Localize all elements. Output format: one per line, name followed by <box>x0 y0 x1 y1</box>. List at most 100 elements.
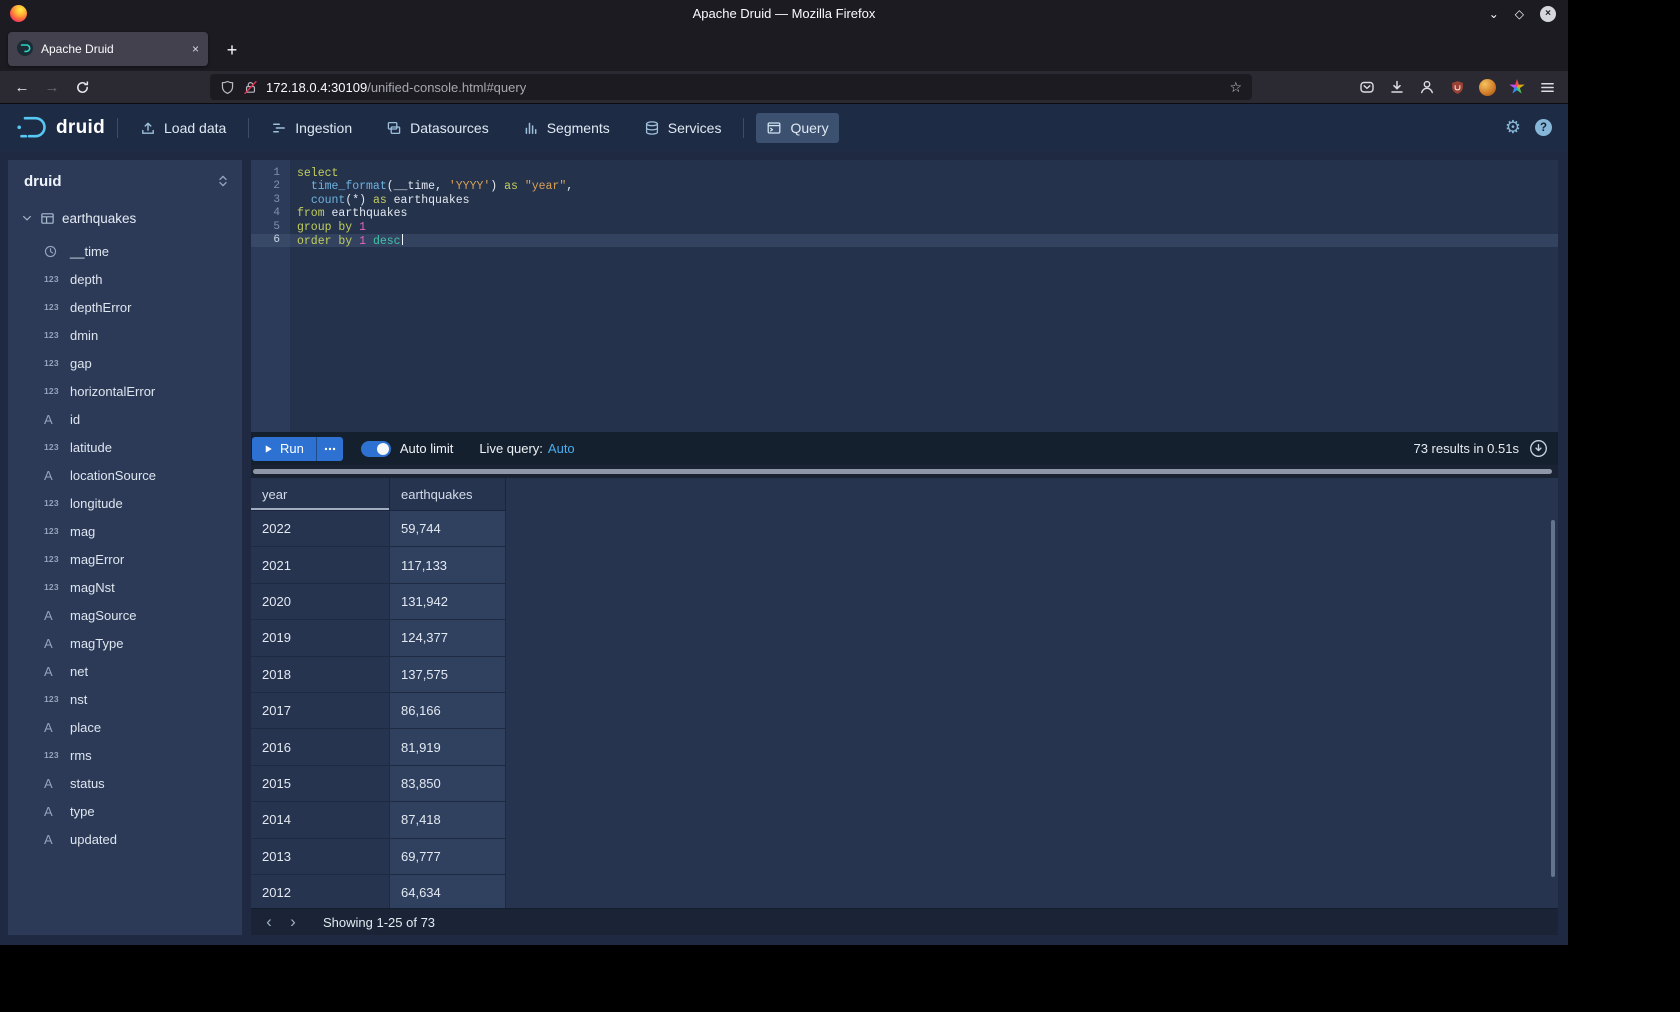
profile-avatar-icon[interactable] <box>1478 78 1496 96</box>
column-header-earthquakes[interactable]: earthquakes <box>390 478 506 511</box>
window-close-button[interactable]: × <box>1540 6 1556 22</box>
schema-column-updated[interactable]: Aupdated <box>8 825 242 853</box>
schema-column-longitude[interactable]: 123longitude <box>8 489 242 517</box>
result-cell[interactable]: 137,575 <box>390 657 506 693</box>
schema-column-magType[interactable]: AmagType <box>8 629 242 657</box>
downloads-icon[interactable] <box>1388 78 1406 96</box>
schema-column-depthError[interactable]: 123depthError <box>8 293 242 321</box>
menu-icon[interactable] <box>1538 78 1556 96</box>
account-icon[interactable] <box>1418 78 1436 96</box>
vertical-scrollbar[interactable] <box>1551 516 1555 900</box>
new-tab-button[interactable]: + <box>216 34 248 66</box>
schema-column-depth[interactable]: 123depth <box>8 265 242 293</box>
settings-gear-icon[interactable]: ⚙ <box>1505 117 1521 138</box>
schema-column-mag[interactable]: 123mag <box>8 517 242 545</box>
schema-column-horizontalError[interactable]: 123horizontalError <box>8 377 242 405</box>
schema-column-place[interactable]: Aplace <box>8 713 242 741</box>
result-cell[interactable]: 124,377 <box>390 620 506 656</box>
schema-column-locationSource[interactable]: AlocationSource <box>8 461 242 489</box>
nav-load-data[interactable]: Load data <box>130 113 236 143</box>
download-results-icon[interactable] <box>1529 439 1548 458</box>
tab-apache-druid[interactable]: Apache Druid × <box>8 32 208 66</box>
result-row: 201786,166 <box>251 693 1558 729</box>
schema-column-latitude[interactable]: 123latitude <box>8 433 242 461</box>
run-more-button[interactable] <box>316 437 343 461</box>
schema-column-magError[interactable]: 123magError <box>8 545 242 573</box>
next-page-button[interactable]: › <box>281 910 305 934</box>
insecure-lock-icon[interactable] <box>243 80 258 95</box>
result-cell[interactable]: 83,850 <box>390 766 506 802</box>
tracking-shield-icon[interactable] <box>220 80 235 95</box>
window-maximize-button[interactable]: ◇ <box>1515 8 1524 20</box>
horizontal-scrollbar-thumb[interactable] <box>253 469 1552 474</box>
reload-button[interactable] <box>68 74 96 100</box>
result-cell[interactable]: 2022 <box>251 511 390 547</box>
nav-segments[interactable]: Segments <box>513 113 620 143</box>
result-cell[interactable]: 59,744 <box>390 511 506 547</box>
result-cell[interactable]: 131,942 <box>390 584 506 620</box>
datasource-earthquakes[interactable]: earthquakes <box>8 203 242 233</box>
live-query-value[interactable]: Auto <box>548 441 575 456</box>
pocket-save-icon[interactable] <box>1358 78 1376 96</box>
result-cell[interactable]: 117,133 <box>390 547 506 583</box>
help-icon[interactable]: ? <box>1535 119 1552 136</box>
run-button[interactable]: Run <box>252 437 316 461</box>
code-line: select <box>290 167 1558 180</box>
result-cell[interactable]: 2021 <box>251 547 390 583</box>
horizontal-scrollbar[interactable] <box>251 465 1558 478</box>
result-cell[interactable]: 2013 <box>251 839 390 875</box>
live-query-control[interactable]: Live query: Auto <box>479 441 574 456</box>
url-bar[interactable]: 172.18.0.4:30109/unified-console.html#qu… <box>210 74 1252 100</box>
result-cell[interactable]: 86,166 <box>390 693 506 729</box>
druid-logo[interactable]: druid <box>16 115 105 141</box>
result-cell[interactable]: 2020 <box>251 584 390 620</box>
schema-column-nst[interactable]: 123nst <box>8 685 242 713</box>
schema-column-__time[interactable]: __time <box>8 237 242 265</box>
result-cell[interactable]: 2017 <box>251 693 390 729</box>
schema-column-type[interactable]: Atype <box>8 797 242 825</box>
ublock-extension-icon[interactable] <box>1448 78 1466 96</box>
back-button[interactable]: ← <box>8 74 36 100</box>
window-minimize-button[interactable]: ⌄ <box>1489 8 1499 20</box>
schema-column-id[interactable]: Aid <box>8 405 242 433</box>
schema-column-rms[interactable]: 123rms <box>8 741 242 769</box>
result-cell[interactable]: 2018 <box>251 657 390 693</box>
string-type-icon: A <box>44 664 70 679</box>
sql-editor[interactable]: 123456 select time_format(__time, 'YYYY'… <box>251 160 1558 432</box>
result-cell[interactable]: 2019 <box>251 620 390 656</box>
result-cell[interactable]: 2012 <box>251 875 390 908</box>
sort-columns-icon[interactable] <box>216 173 230 189</box>
nav-services[interactable]: Services <box>634 113 732 143</box>
result-row: 202259,744 <box>251 511 1558 547</box>
tab-close-icon[interactable]: × <box>192 42 199 56</box>
result-cell[interactable]: 81,919 <box>390 729 506 765</box>
schema-column-dmin[interactable]: 123dmin <box>8 321 242 349</box>
bookmark-star-icon[interactable]: ☆ <box>1229 79 1242 96</box>
auto-limit-toggle[interactable] <box>361 441 391 457</box>
nav-query[interactable]: Query <box>756 113 838 143</box>
prev-page-button[interactable]: ‹ <box>257 910 281 934</box>
druid-header: druid Load data Ingestion Datasources Se… <box>0 104 1568 151</box>
result-cell[interactable]: 2016 <box>251 729 390 765</box>
vertical-scrollbar-thumb[interactable] <box>1551 520 1555 877</box>
schema-column-status[interactable]: Astatus <box>8 769 242 797</box>
column-header-year[interactable]: year <box>251 478 390 511</box>
number-type-icon: 123 <box>44 694 70 704</box>
nav-ingestion[interactable]: Ingestion <box>261 113 362 143</box>
result-cell[interactable]: 2015 <box>251 766 390 802</box>
schema-column-net[interactable]: Anet <box>8 657 242 685</box>
result-cell[interactable]: 69,777 <box>390 839 506 875</box>
string-type-icon: A <box>44 636 70 651</box>
extension-pinwheel-icon[interactable] <box>1508 78 1526 96</box>
result-cell[interactable]: 64,634 <box>390 875 506 908</box>
column-name: magNst <box>70 580 115 595</box>
schema-column-gap[interactable]: 123gap <box>8 349 242 377</box>
editor-gutter: 123456 <box>251 160 290 432</box>
result-cell[interactable]: 2014 <box>251 802 390 838</box>
editor-code[interactable]: select time_format(__time, 'YYYY') as "y… <box>290 160 1558 432</box>
nav-datasources[interactable]: Datasources <box>376 113 499 143</box>
result-cell[interactable]: 87,418 <box>390 802 506 838</box>
schema-column-magNst[interactable]: 123magNst <box>8 573 242 601</box>
schema-column-magSource[interactable]: AmagSource <box>8 601 242 629</box>
forward-button[interactable]: → <box>38 74 66 100</box>
